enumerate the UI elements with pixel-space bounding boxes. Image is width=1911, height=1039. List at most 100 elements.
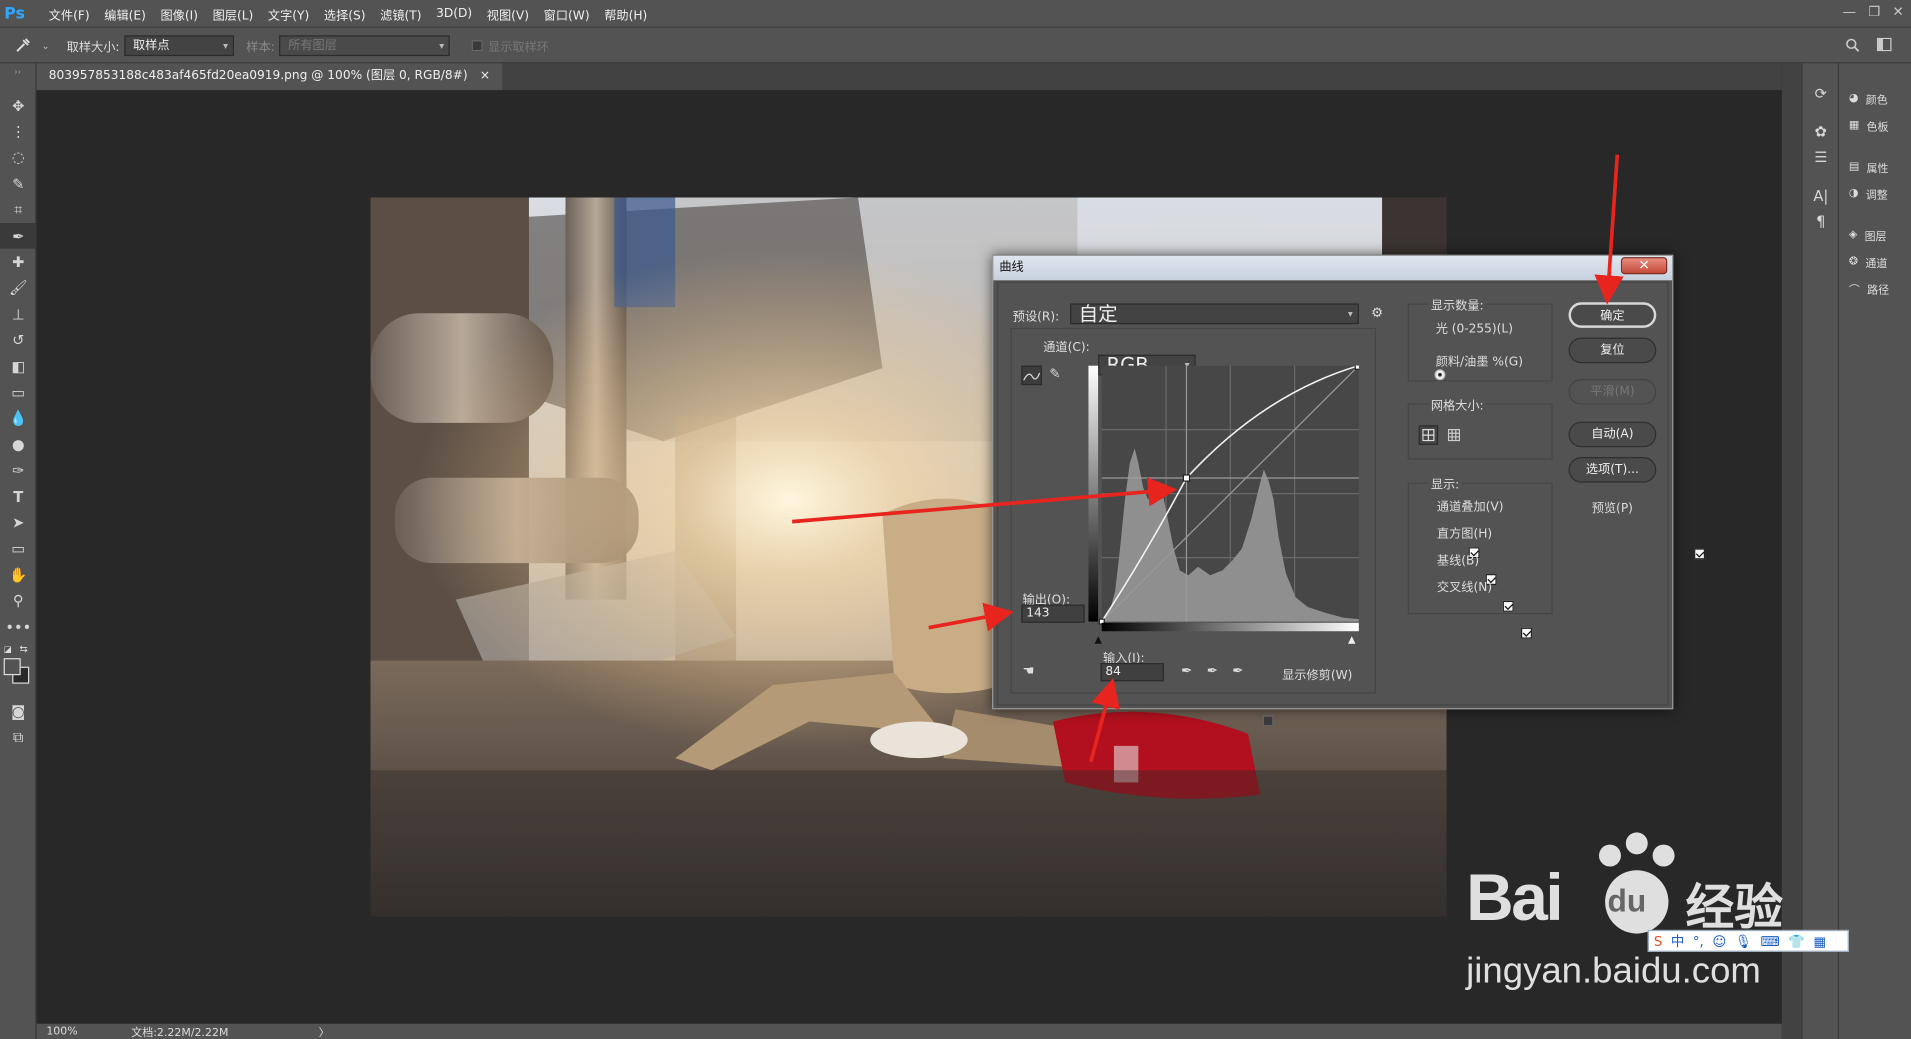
preview-checkbox[interactable] bbox=[1693, 548, 1705, 560]
menu-edit[interactable]: 编辑(E) bbox=[97, 4, 153, 22]
output-field[interactable]: 143 bbox=[1021, 604, 1085, 623]
white-eyedropper-icon[interactable]: ✒ bbox=[1232, 663, 1243, 679]
preset-select[interactable]: 自定 ▾ bbox=[1070, 303, 1359, 325]
intersection-line-checkbox[interactable] bbox=[1520, 627, 1532, 639]
black-point-slider-icon[interactable]: ▲ bbox=[1094, 634, 1102, 645]
history-panel-icon[interactable]: ⟳ bbox=[1803, 80, 1840, 106]
curve-point-white[interactable] bbox=[1354, 363, 1361, 370]
blur-tool-icon[interactable]: 💧 bbox=[0, 405, 37, 431]
menu-file[interactable]: 文件(F) bbox=[41, 4, 97, 22]
zoom-level[interactable]: 100% bbox=[46, 1026, 77, 1038]
panel-layers[interactable]: ◈ 图层 bbox=[1839, 222, 1911, 249]
menu-filter[interactable]: 滤镜(T) bbox=[373, 4, 429, 22]
gray-eyedropper-icon[interactable]: ✒ bbox=[1207, 663, 1218, 679]
menu-3d[interactable]: 3D(D) bbox=[429, 7, 480, 20]
tool-preset-chevron-icon[interactable]: ⌄ bbox=[41, 40, 49, 51]
menu-view[interactable]: 视图(V) bbox=[479, 4, 536, 22]
color-swatches[interactable]: ◪ ⇆ bbox=[0, 640, 35, 699]
panel-paths[interactable]: ⌒ 路径 bbox=[1839, 275, 1911, 302]
search-icon[interactable] bbox=[1845, 38, 1860, 56]
panel-swatches[interactable]: ▦ 色板 bbox=[1839, 112, 1911, 139]
menu-layer[interactable]: 图层(L) bbox=[205, 4, 260, 22]
ime-skin-icon[interactable]: 👕 bbox=[1788, 933, 1805, 949]
foreground-color-swatch[interactable] bbox=[3, 658, 21, 676]
screen-mode-icon[interactable]: ⧉ bbox=[0, 725, 37, 751]
rectangle-tool-icon[interactable]: ▭ bbox=[0, 536, 37, 562]
paragraph-panel-icon[interactable]: ¶ bbox=[1803, 209, 1840, 235]
curve-control-point[interactable] bbox=[1182, 474, 1191, 482]
options-button[interactable]: 选项(T)... bbox=[1568, 457, 1657, 483]
menu-image[interactable]: 图像(I) bbox=[153, 4, 205, 22]
preset-gear-icon[interactable]: ⚙ bbox=[1371, 305, 1383, 321]
ime-punctuation-icon[interactable]: °, bbox=[1693, 933, 1704, 949]
quick-selection-tool-icon[interactable]: ✎ bbox=[0, 171, 37, 197]
type-tool-icon[interactable]: T bbox=[0, 484, 37, 510]
healing-brush-tool-icon[interactable]: ✚ bbox=[0, 249, 37, 275]
brush-tool-icon[interactable]: 🖌 bbox=[0, 275, 37, 301]
status-menu-arrow-icon[interactable]: 〉 bbox=[319, 1024, 330, 1039]
swap-colors-icon[interactable]: ⇆ bbox=[20, 644, 28, 655]
show-clipping-checkbox[interactable] bbox=[1262, 715, 1274, 727]
black-eyedropper-icon[interactable]: ✒ bbox=[1181, 663, 1192, 679]
crop-tool-icon[interactable]: ⌗ bbox=[0, 197, 37, 223]
baseline-checkbox[interactable] bbox=[1503, 600, 1515, 612]
marquee-tool-icon[interactable]: ⋮ bbox=[0, 119, 37, 145]
history-brush-tool-icon[interactable]: ↺ bbox=[0, 327, 37, 353]
white-point-slider-icon[interactable]: ▲ bbox=[1348, 634, 1356, 645]
sample-select[interactable]: 所有图层 ▾ bbox=[279, 34, 451, 56]
eraser-tool-icon[interactable]: ◧ bbox=[0, 353, 37, 379]
hand-tool-icon[interactable]: ✋ bbox=[0, 562, 37, 588]
minimize-button[interactable]: — bbox=[1843, 4, 1856, 20]
smooth-button[interactable]: 平滑(M) bbox=[1568, 379, 1657, 405]
brush-settings-panel-icon[interactable]: ✿ bbox=[1803, 119, 1840, 145]
ime-emoji-icon[interactable]: ☺ bbox=[1712, 933, 1726, 949]
move-tool-icon[interactable]: ✥ bbox=[0, 93, 37, 119]
menu-help[interactable]: 帮助(H) bbox=[597, 4, 655, 22]
close-window-button[interactable]: ✕ bbox=[1892, 4, 1903, 20]
sample-size-select[interactable]: 取样点 ▾ bbox=[124, 34, 235, 56]
menu-select[interactable]: 选择(S) bbox=[317, 4, 373, 22]
curve-pencil-icon[interactable]: ✎ bbox=[1049, 366, 1060, 382]
tool-presets-panel-icon[interactable]: ☰ bbox=[1803, 145, 1840, 171]
pen-tool-icon[interactable]: ✑ bbox=[0, 458, 37, 484]
zoom-tool-icon[interactable]: ⚲ bbox=[0, 588, 37, 614]
clone-stamp-tool-icon[interactable]: ⊥ bbox=[0, 301, 37, 327]
targeted-adjustment-hand-icon[interactable]: ☚ bbox=[1023, 663, 1035, 679]
character-panel-icon[interactable]: A| bbox=[1803, 183, 1840, 209]
ime-toolbar[interactable]: S 中 °, ☺ 🎙 ⌨ 👕 ▦ bbox=[1647, 929, 1849, 952]
quick-mask-icon[interactable]: ◙ bbox=[0, 699, 37, 725]
ime-keyboard-icon[interactable]: ⌨ bbox=[1760, 933, 1779, 949]
show-sampling-ring-checkbox[interactable] bbox=[472, 39, 484, 51]
ime-voice-icon[interactable]: 🎙 bbox=[1735, 933, 1752, 949]
eyedropper-tool-icon[interactable] bbox=[15, 37, 42, 54]
auto-button[interactable]: 自动(A) bbox=[1568, 421, 1657, 448]
panel-properties[interactable]: ▤ 属性 bbox=[1839, 154, 1911, 181]
lasso-tool-icon[interactable]: ◌ bbox=[0, 145, 37, 171]
panel-channels[interactable]: ❂ 通道 bbox=[1839, 249, 1911, 276]
detailed-grid-icon[interactable] bbox=[1444, 425, 1464, 445]
path-selection-tool-icon[interactable]: ➤ bbox=[0, 510, 37, 536]
curve-edit-points-icon[interactable] bbox=[1021, 365, 1043, 386]
document-tab[interactable]: 803957853188c483af465fd20ea0919.png @ 10… bbox=[36, 63, 503, 91]
ok-button[interactable]: 确定 bbox=[1568, 302, 1657, 328]
gradient-tool-icon[interactable]: ▭ bbox=[0, 379, 37, 405]
dodge-tool-icon[interactable]: ● bbox=[0, 432, 37, 458]
curves-graph[interactable] bbox=[1088, 363, 1361, 632]
restore-button[interactable]: ❐ bbox=[1868, 4, 1880, 20]
workspace-icon[interactable] bbox=[1876, 37, 1892, 55]
simple-grid-icon[interactable] bbox=[1418, 425, 1439, 445]
ime-tools-icon[interactable]: ▦ bbox=[1814, 933, 1827, 949]
menu-type[interactable]: 文字(Y) bbox=[261, 4, 317, 22]
default-colors-icon[interactable]: ◪ bbox=[4, 645, 12, 655]
panel-adjustments[interactable]: ◑ 调整 bbox=[1839, 180, 1911, 207]
panel-color[interactable]: ◕ 颜色 bbox=[1839, 85, 1911, 112]
close-tab-icon[interactable]: × bbox=[480, 63, 490, 90]
dialog-title-bar[interactable]: 曲线 ✕ bbox=[993, 255, 1673, 281]
ime-mode[interactable]: 中 bbox=[1671, 931, 1684, 951]
collapse-icon[interactable]: ›› bbox=[0, 63, 35, 92]
menu-window[interactable]: 窗口(W) bbox=[536, 4, 597, 22]
reset-button[interactable]: 复位 bbox=[1568, 337, 1657, 364]
eyedropper-tool-icon[interactable]: ✒ bbox=[0, 222, 37, 250]
more-tools-icon[interactable]: ••• bbox=[0, 614, 37, 640]
dialog-close-button[interactable]: ✕ bbox=[1620, 257, 1668, 275]
